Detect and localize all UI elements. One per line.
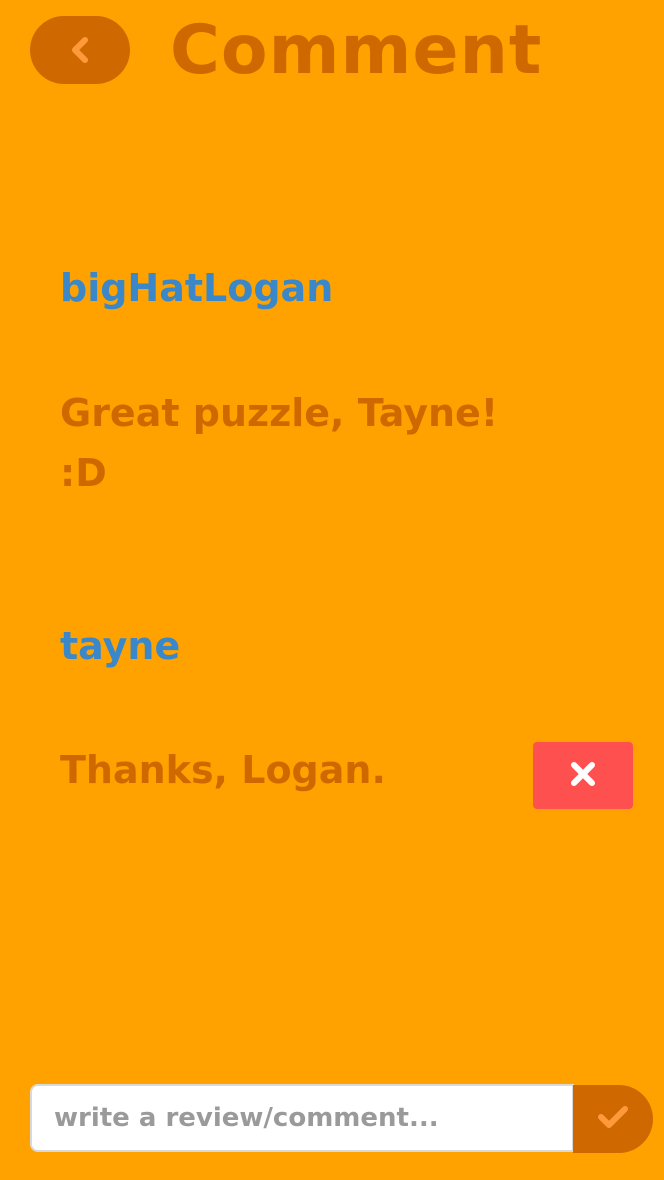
comment-text: Great puzzle, Tayne! :D [60,391,499,495]
submit-comment-button[interactable] [573,1085,653,1153]
comment-item: bigHatLogan Great puzzle, Tayne! :D [60,264,530,503]
comment-input-wrapper [30,1084,574,1152]
delete-comment-button[interactable] [533,742,633,809]
chevron-left-icon [68,35,92,65]
comment-author[interactable]: bigHatLogan [60,264,530,312]
comment-text: Thanks, Logan. [60,748,386,792]
comment-input[interactable] [32,1086,572,1150]
comment-item: tayne Thanks, Logan. [60,622,530,800]
close-icon [570,761,596,791]
comment-author[interactable]: tayne [60,622,530,670]
back-button[interactable] [30,16,130,84]
checkmark-icon [597,1104,629,1134]
page-title: Comment [170,11,543,90]
